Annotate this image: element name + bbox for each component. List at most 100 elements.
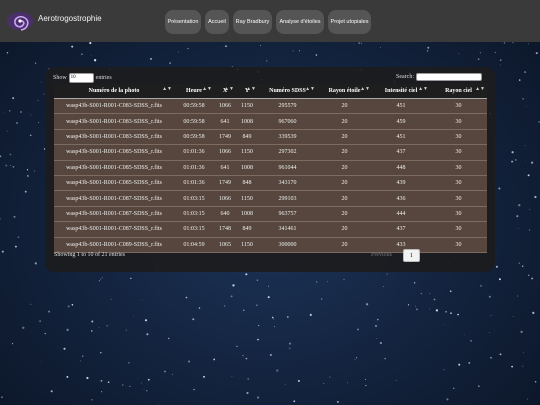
table-row: wasp43b-S001-R001-C083-SDSS_r.fits 00:59:… — [54, 98, 487, 115]
table-info: Showing 1 to 10 of 21 entries — [54, 252, 125, 258]
table-cell: 01:01:36 — [174, 160, 214, 176]
col-header-x[interactable]: X ▲▼ — [214, 84, 236, 99]
table-cell: 448 — [372, 160, 430, 176]
table-cell: 849 — [236, 221, 258, 238]
sort-icon: ▲▼ — [305, 87, 315, 92]
table-cell: 20 — [317, 160, 372, 176]
nav-ray-bradbury[interactable]: Ray Bradbury — [233, 10, 272, 34]
table-cell: 1008 — [236, 206, 258, 223]
table-cell: 641 — [214, 113, 236, 130]
table-cell: 1066 — [214, 144, 236, 161]
col-header-y[interactable]: Y ▲▼ — [236, 84, 258, 99]
table-cell: 30 — [430, 160, 487, 176]
table-cell: 341461 — [258, 221, 317, 238]
table-cell: 30 — [430, 98, 487, 115]
col-header-rayon-ciel[interactable]: Rayon ciel ▲▼ — [430, 84, 487, 99]
col-header-intensite-ciel[interactable]: Intensité ciel ▲▼ — [372, 84, 430, 99]
table-cell: wasp43b-S001-R001-C083-SDSS_r.fits — [54, 98, 174, 115]
table-cell: 444 — [372, 206, 430, 223]
search-input[interactable] — [416, 73, 482, 81]
table-cell: 437 — [372, 144, 430, 161]
sort-icon: ▲▼ — [475, 87, 485, 92]
table-cell: 641 — [214, 160, 236, 176]
table-cell: 459 — [372, 113, 430, 130]
table-cell: 436 — [372, 190, 430, 207]
nav-analyse-etoiles[interactable]: Analyse d'étoiles — [276, 10, 324, 34]
table-cell: 01:03:15 — [174, 190, 214, 207]
top-navbar: Aerotrogostrophie Présentation Accueil R… — [0, 0, 540, 42]
table-header-row: Numéro de la photo ▲▼ Heure ▲▼ X ▲▼ Y ▲▼ Num… — [54, 84, 487, 99]
table-cell: 299103 — [258, 190, 317, 207]
table-row: wasp43b-S001-R001-C087-SDSS_r.fits 01:03:… — [54, 190, 487, 207]
table-cell: wasp43b-S001-R001-C087-SDSS_r.fits — [54, 221, 174, 238]
table-cell: 343170 — [258, 175, 317, 192]
search-control: Search: — [396, 73, 482, 81]
col-header-rayon-etoile[interactable]: Rayon étoile ▲▼ — [317, 84, 372, 99]
table-cell: 1150 — [236, 237, 258, 253]
table-cell: 1150 — [236, 144, 258, 161]
table-cell: 849 — [236, 129, 258, 146]
brand-name[interactable]: Aerotrogostrophie — [38, 14, 102, 23]
table-cell: 640 — [214, 206, 236, 223]
table-row: wasp43b-S001-R001-C085-SDSS_r.fits 01:01:… — [54, 160, 487, 176]
table-cell: 20 — [317, 113, 372, 130]
table-cell: wasp43b-S001-R001-C085-SDSS_r.fits — [54, 175, 174, 192]
table-cell: 1150 — [236, 190, 258, 207]
col-header-sdss[interactable]: Numéro SDSS ▲▼ — [258, 84, 317, 99]
sort-icon: ▲▼ — [418, 87, 428, 92]
nav-accueil[interactable]: Accueil — [205, 10, 229, 34]
table-cell: 30 — [430, 113, 487, 130]
table-cell: 20 — [317, 144, 372, 161]
table-cell: 30 — [430, 237, 487, 253]
sort-icon: ▲▼ — [162, 87, 172, 92]
table-cell: 00:59:58 — [174, 113, 214, 130]
search-label: Search: — [396, 74, 414, 80]
table-cell: 433 — [372, 237, 430, 253]
table-cell: 30 — [430, 129, 487, 146]
table-cell: 1150 — [236, 98, 258, 115]
table-cell: 30 — [430, 221, 487, 238]
spiral-galaxy-logo-icon[interactable] — [6, 7, 34, 35]
table-cell: 20 — [317, 237, 372, 253]
nav-presentation[interactable]: Présentation — [165, 10, 201, 34]
table-cell: 01:04:59 — [174, 237, 214, 253]
table-cell: 20 — [317, 190, 372, 207]
col-header-heure[interactable]: Heure ▲▼ — [174, 84, 214, 99]
table-row: wasp43b-S001-R001-C089-SDSS_r.fits 01:04:… — [54, 237, 487, 253]
table-cell: 967060 — [258, 113, 317, 130]
table-cell: 295579 — [258, 98, 317, 115]
table-cell: 1008 — [236, 160, 258, 176]
sort-icon: ▲▼ — [224, 87, 234, 92]
table-cell: 00:59:58 — [174, 129, 214, 146]
table-cell: 01:01:36 — [174, 144, 214, 161]
table-cell: 30 — [430, 190, 487, 207]
table-cell: 437 — [372, 221, 430, 238]
table-cell: 1066 — [214, 190, 236, 207]
entries-length-select[interactable]: 10 — [68, 73, 94, 83]
table-row: wasp43b-S001-R001-C083-SDSS_r.fits 00:59:… — [54, 129, 487, 146]
col-header-photo[interactable]: Numéro de la photo ▲▼ — [54, 84, 174, 99]
photo-data-table: Numéro de la photo ▲▼ Heure ▲▼ X ▲▼ Y ▲▼ Num… — [54, 84, 487, 253]
table-cell: wasp43b-S001-R001-C083-SDSS_r.fits — [54, 113, 174, 130]
table-cell: 439 — [372, 175, 430, 192]
table-cell: 20 — [317, 206, 372, 223]
table-cell: 1749 — [214, 175, 236, 192]
show-label: Show — [53, 75, 67, 81]
table-cell: 20 — [317, 175, 372, 192]
sort-icon: ▲▼ — [360, 87, 370, 92]
table-cell: 1008 — [236, 113, 258, 130]
sort-icon: ▲▼ — [246, 87, 256, 92]
show-entries-control: Show 10 entries — [53, 73, 112, 83]
table-cell: wasp43b-S001-R001-C087-SDSS_r.fits — [54, 190, 174, 207]
table-cell: 297302 — [258, 144, 317, 161]
table-cell: 963757 — [258, 206, 317, 223]
table-cell: 339539 — [258, 129, 317, 146]
table-cell: wasp43b-S001-R001-C083-SDSS_r.fits — [54, 129, 174, 146]
sort-icon: ▲▼ — [202, 87, 212, 92]
previous-page-button[interactable]: Previous — [371, 252, 392, 258]
page-1-button[interactable]: 1 — [403, 249, 420, 262]
table-cell: 300000 — [258, 237, 317, 253]
table-row: wasp43b-S001-R001-C085-SDSS_r.fits 01:01:… — [54, 175, 487, 192]
table-cell: 30 — [430, 175, 487, 192]
nav-projet-utopiales[interactable]: Projet utopiales — [328, 10, 371, 34]
